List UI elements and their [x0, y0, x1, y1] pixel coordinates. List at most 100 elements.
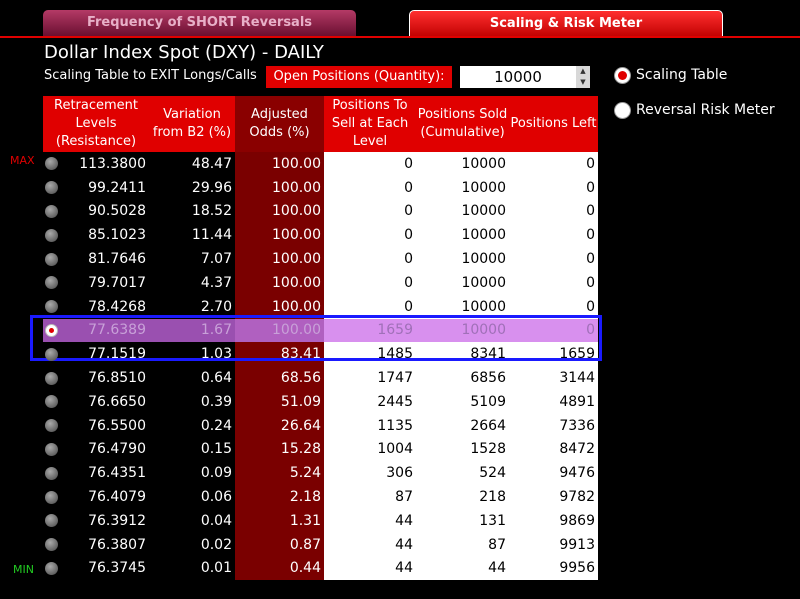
odds-cell: 100.00: [235, 175, 324, 200]
page-title: Dollar Index Spot (DXY) - DAILY: [44, 42, 324, 63]
header-variation: Variation from B2 (%): [149, 96, 235, 152]
sold-cell: 6856: [416, 366, 509, 390]
scaling-table-label[interactable]: Scaling Table: [636, 67, 727, 83]
sold-cell: 44: [416, 556, 509, 581]
row-select-radio[interactable]: [45, 490, 58, 504]
to-sell-cell: 0: [324, 270, 416, 295]
tab-scaling-risk-meter[interactable]: Scaling & Risk Meter: [409, 10, 723, 38]
variation-cell: 0.64: [200, 370, 232, 387]
header-left: Positions Left: [509, 96, 598, 152]
left-cell: 9782: [509, 485, 598, 509]
quantity-input[interactable]: 10000: [460, 66, 576, 88]
table-row[interactable]: 76.3912 0.04 1.31 44 131 9869: [43, 508, 598, 533]
to-sell-cell: 306: [324, 461, 416, 486]
table-row[interactable]: 76.4790 0.15 15.28 1004 1528 8472: [43, 437, 598, 462]
variation-cell: 29.96: [191, 179, 232, 196]
to-sell-cell: 44: [324, 556, 416, 581]
header-to-sell: Positions To Sell at Each Level: [324, 96, 416, 152]
to-sell-cell: 44: [324, 532, 416, 557]
variation-cell: 7.07: [200, 251, 232, 268]
row-select-radio[interactable]: [45, 442, 58, 456]
left-cell: 0: [509, 247, 598, 271]
quantity-spinner[interactable]: ▲ ▼: [576, 66, 590, 88]
row-select-radio[interactable]: [45, 252, 58, 266]
to-sell-cell: 87: [324, 485, 416, 509]
odds-cell: 100.00: [235, 270, 324, 295]
sold-cell: 10000: [416, 247, 509, 271]
spin-down-icon[interactable]: ▼: [576, 77, 590, 88]
variation-cell: 0.04: [200, 512, 232, 529]
variation-cell: 0.02: [200, 536, 232, 553]
left-cell: 9956: [509, 556, 598, 581]
row-select-radio[interactable]: [45, 561, 58, 575]
to-sell-cell: 0: [324, 223, 416, 248]
highlight-box: [30, 315, 602, 361]
left-cell: 0: [509, 223, 598, 248]
to-sell-cell: 0: [324, 175, 416, 200]
table-row[interactable]: 76.5500 0.24 26.64 1135 2664 7336: [43, 413, 598, 438]
table-row[interactable]: 76.4351 0.09 5.24 306 524 9476: [43, 461, 598, 486]
level-cell: 79.7017: [88, 274, 146, 291]
row-select-radio[interactable]: [45, 204, 58, 218]
left-cell: 4891: [509, 389, 598, 414]
odds-cell: 15.28: [235, 437, 324, 462]
scaling-table-radio[interactable]: [614, 67, 631, 84]
reversal-risk-meter-label[interactable]: Reversal Risk Meter: [636, 102, 775, 118]
sold-cell: 10000: [416, 270, 509, 295]
table-row[interactable]: 76.4079 0.06 2.18 87 218 9782: [43, 485, 598, 509]
level-cell: 76.3745: [88, 560, 146, 577]
tab-short-reversals[interactable]: Frequency of SHORT Reversals: [43, 10, 356, 36]
table-row[interactable]: 113.3800 48.47 100.00 0 10000 0: [43, 152, 598, 176]
sold-cell: 218: [416, 485, 509, 509]
left-cell: 0: [509, 270, 598, 295]
variation-cell: 4.37: [200, 274, 232, 291]
table-row[interactable]: 85.1023 11.44 100.00 0 10000 0: [43, 223, 598, 248]
left-cell: 7336: [509, 413, 598, 438]
table-row[interactable]: 76.6650 0.39 51.09 2445 5109 4891: [43, 389, 598, 414]
header-odds: Adjusted Odds (%): [235, 96, 324, 152]
tab-divider: [0, 36, 800, 38]
variation-cell: 0.09: [200, 465, 232, 482]
level-cell: 76.3807: [88, 536, 146, 553]
level-cell: 76.4790: [88, 441, 146, 458]
row-select-radio[interactable]: [45, 466, 58, 480]
left-cell: 0: [509, 175, 598, 200]
variation-cell: 18.52: [191, 203, 232, 220]
odds-cell: 26.64: [235, 413, 324, 438]
level-cell: 76.5500: [88, 417, 146, 434]
max-marker: MAX: [10, 154, 35, 167]
table-row[interactable]: 99.2411 29.96 100.00 0 10000 0: [43, 175, 598, 200]
row-select-radio[interactable]: [45, 323, 58, 337]
level-cell: 90.5028: [88, 203, 146, 220]
odds-cell: 1.31: [235, 508, 324, 533]
reversal-risk-meter-radio[interactable]: [614, 102, 631, 119]
spin-up-icon[interactable]: ▲: [576, 66, 590, 77]
to-sell-cell: 0: [324, 199, 416, 224]
row-select-radio[interactable]: [45, 371, 58, 385]
variation-cell: 48.47: [191, 155, 232, 172]
table-row[interactable]: 90.5028 18.52 100.00 0 10000 0: [43, 199, 598, 224]
table-row[interactable]: 76.8510 0.64 68.56 1747 6856 3144: [43, 366, 598, 390]
left-cell: 9869: [509, 508, 598, 533]
sold-cell: 87: [416, 532, 509, 557]
table-row[interactable]: 79.7017 4.37 100.00 0 10000 0: [43, 270, 598, 295]
sold-cell: 5109: [416, 389, 509, 414]
table-row[interactable]: 76.3807 0.02 0.87 44 87 9913: [43, 532, 598, 557]
header-levels: Retracement Levels (Resistance): [43, 96, 149, 152]
level-cell: 81.7646: [88, 251, 146, 268]
odds-cell: 100.00: [235, 152, 324, 176]
row-select-radio[interactable]: [45, 347, 58, 361]
variation-cell: 0.15: [200, 441, 232, 458]
variation-cell: 0.06: [200, 489, 232, 506]
level-cell: 85.1023: [88, 227, 146, 244]
sold-cell: 10000: [416, 199, 509, 224]
level-cell: 76.4079: [88, 489, 146, 506]
table-row[interactable]: 81.7646 7.07 100.00 0 10000 0: [43, 247, 598, 271]
odds-cell: 2.18: [235, 485, 324, 509]
table-row[interactable]: 76.3745 0.01 0.44 44 44 9956: [43, 556, 598, 581]
level-cell: 76.4351: [88, 465, 146, 482]
left-cell: 0: [509, 152, 598, 176]
to-sell-cell: 44: [324, 508, 416, 533]
odds-cell: 0.87: [235, 532, 324, 557]
row-select-radio[interactable]: [45, 228, 58, 242]
